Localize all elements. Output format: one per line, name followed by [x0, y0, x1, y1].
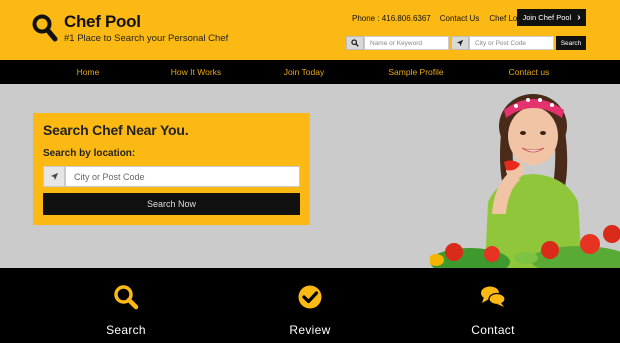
- search-now-button[interactable]: Search Now: [43, 193, 300, 215]
- contact-us-link[interactable]: Contact Us: [440, 14, 480, 23]
- keyword-input[interactable]: Name or Keyword: [364, 36, 449, 50]
- nav-item-how-it-works[interactable]: How It Works: [160, 60, 232, 84]
- features-strip: Search Review Contact: [0, 268, 620, 343]
- check-circle-icon: [298, 285, 322, 309]
- brand-tagline: #1 Place to Search your Personal Chef: [64, 33, 229, 44]
- top-links: Phone : 416.806.6367 Contact Us Chef Log…: [352, 9, 528, 27]
- nav-item-join-today[interactable]: Join Today: [274, 60, 334, 84]
- feature-contact-label: Contact: [471, 323, 515, 337]
- search-icon: [346, 36, 364, 50]
- join-chef-pool-button[interactable]: Join Chef Pool ›: [517, 9, 586, 26]
- hero-search-title: Search Chef Near You.: [43, 122, 189, 138]
- brand-name[interactable]: Chef Pool: [64, 12, 141, 32]
- logo-search-icon: [32, 14, 58, 42]
- feature-search-label: Search: [106, 323, 146, 337]
- chat-bubbles-icon: [481, 286, 506, 307]
- location-arrow-icon: [451, 36, 469, 50]
- hero-search-box: Search Chef Near You. Search by location…: [33, 113, 310, 225]
- nav-item-home[interactable]: Home: [62, 60, 114, 84]
- nav-item-sample-profile[interactable]: Sample Profile: [380, 60, 452, 84]
- hero-location-input[interactable]: City or Post Code: [65, 166, 300, 187]
- main-nav: Home How It Works Join Today Sample Prof…: [0, 60, 620, 84]
- location-arrow-icon: [43, 166, 65, 187]
- phone-number: Phone : 416.806.6367: [352, 13, 431, 23]
- feature-search[interactable]: Search: [65, 268, 185, 343]
- feature-contact[interactable]: Contact: [432, 268, 552, 343]
- nav-item-contact-us[interactable]: Contact us: [498, 60, 560, 84]
- girl-eating-vegetables-photo: [430, 94, 620, 268]
- header-search-button[interactable]: Search: [556, 36, 586, 50]
- location-input[interactable]: City or Post Code: [469, 36, 554, 50]
- hero-search-label: Search by location:: [43, 148, 136, 159]
- join-button-label: Join Chef Pool: [522, 13, 572, 22]
- search-icon: [114, 285, 139, 310]
- site-header: Chef Pool #1 Place to Search your Person…: [0, 0, 620, 60]
- hero-section: Search Chef Near You. Search by location…: [0, 84, 620, 268]
- chevron-right-icon: ›: [577, 11, 581, 23]
- feature-review-label: Review: [289, 323, 331, 337]
- feature-review[interactable]: Review: [249, 268, 369, 343]
